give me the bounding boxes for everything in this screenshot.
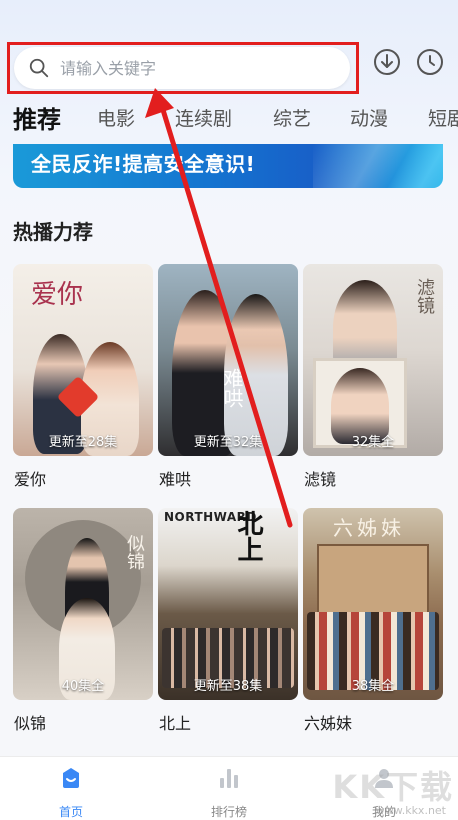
watermark-url: www.kkx.net bbox=[375, 804, 446, 817]
promo-banner[interactable]: 全民反诈!提高安全意识! bbox=[13, 144, 443, 188]
drama-card[interactable]: 难哄 更新至32集 难哄 bbox=[158, 264, 298, 490]
search-icon bbox=[29, 58, 49, 78]
poster-image: 滤镜 32集全 bbox=[303, 264, 443, 456]
poster-title: 北上 bbox=[233, 510, 263, 562]
ranking-icon bbox=[220, 769, 238, 788]
poster-title: 似锦 bbox=[124, 534, 145, 570]
nav-label: 排行榜 bbox=[210, 805, 247, 819]
tab-short-drama[interactable]: 短剧 bbox=[428, 104, 458, 131]
episode-badge: 32集全 bbox=[351, 435, 395, 450]
drama-card[interactable]: 滤镜 32集全 滤镜 bbox=[303, 264, 443, 490]
drama-card[interactable]: 六姊妹 38集全 六姊妹 bbox=[303, 508, 443, 734]
search-input[interactable] bbox=[60, 58, 310, 78]
drama-title: 北上 bbox=[159, 714, 192, 733]
nav-ranking[interactable]: 排行榜 bbox=[189, 765, 269, 820]
home-icon bbox=[63, 768, 79, 788]
poster-title: 滤镜 bbox=[414, 278, 435, 314]
drama-card[interactable]: 爱你 更新至28集 爱你 bbox=[13, 264, 153, 490]
section-title: 热播力荐 bbox=[13, 220, 93, 244]
poster-image: NORTHWARD 北上 更新至38集 bbox=[158, 508, 298, 700]
tab-series[interactable]: 连续剧 bbox=[175, 104, 232, 131]
poster-title: 六姊妹 bbox=[333, 516, 405, 540]
poster-image: 六姊妹 38集全 bbox=[303, 508, 443, 700]
poster-image: 爱你 更新至28集 bbox=[13, 264, 153, 456]
nav-label: 首页 bbox=[58, 805, 83, 819]
episode-badge: 38集全 bbox=[351, 679, 395, 694]
poster-title: 爱你 bbox=[31, 280, 84, 310]
nav-home[interactable]: 首页 bbox=[31, 765, 111, 820]
watermark-logo: KK下载 bbox=[332, 768, 454, 806]
tab-anime[interactable]: 动漫 bbox=[350, 104, 388, 131]
banner-decoration bbox=[313, 144, 443, 188]
banner-text: 全民反诈!提高安全意识! bbox=[31, 152, 256, 176]
episode-badge: 更新至32集 bbox=[193, 435, 263, 450]
tab-recommend[interactable]: 推荐 bbox=[13, 100, 61, 135]
download-icon[interactable] bbox=[373, 48, 401, 76]
poster-image: 难哄 更新至32集 bbox=[158, 264, 298, 456]
episode-badge: 40集全 bbox=[61, 679, 105, 694]
search-bar[interactable] bbox=[14, 47, 350, 89]
drama-title: 滤镜 bbox=[304, 470, 337, 489]
drama-title: 难哄 bbox=[159, 470, 192, 489]
drama-card[interactable]: NORTHWARD 北上 更新至38集 北上 bbox=[158, 508, 298, 734]
category-tabs: 推荐 电影 连续剧 综艺 动漫 短剧 bbox=[0, 98, 458, 138]
search-highlight-box bbox=[7, 42, 359, 94]
episode-badge: 更新至28集 bbox=[48, 435, 118, 450]
poster-title: 难哄 bbox=[220, 368, 244, 408]
drama-card[interactable]: 似锦 40集全 似锦 bbox=[13, 508, 153, 734]
drama-title: 六姊妹 bbox=[304, 714, 353, 733]
poster-shop bbox=[317, 544, 429, 614]
drama-title: 爱你 bbox=[14, 470, 47, 489]
tab-movie[interactable]: 电影 bbox=[97, 104, 135, 131]
history-icon[interactable] bbox=[416, 48, 444, 76]
tab-variety[interactable]: 综艺 bbox=[273, 104, 311, 131]
drama-title: 似锦 bbox=[14, 714, 47, 733]
episode-badge: 更新至38集 bbox=[193, 679, 263, 694]
poster-image: 似锦 40集全 bbox=[13, 508, 153, 700]
